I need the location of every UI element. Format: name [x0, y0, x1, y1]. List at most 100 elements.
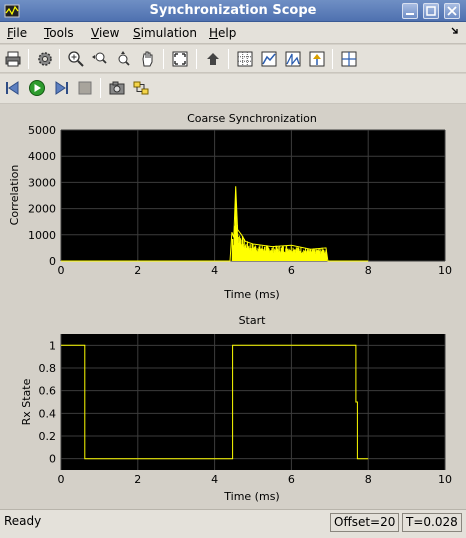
- peak-finder-icon: [285, 51, 301, 67]
- autoscale-button[interactable]: [169, 48, 191, 70]
- menu-tools[interactable]: Tools: [44, 26, 74, 40]
- y-tick-label: 2000: [28, 203, 56, 216]
- start-ylabel: Rx State: [20, 378, 33, 425]
- x-tick-label: 6: [288, 473, 295, 486]
- x-tick-label: 2: [134, 264, 141, 277]
- toolbar-separator: [332, 49, 333, 69]
- snapshot-icon: [109, 81, 125, 95]
- x-tick-label: 4: [211, 473, 218, 486]
- toolbar-separator: [100, 78, 101, 98]
- x-tick-label: 8: [365, 473, 372, 486]
- minimize-button[interactable]: [402, 3, 418, 19]
- grid-button[interactable]: [234, 48, 256, 70]
- window-title: Synchronization Scope: [149, 3, 317, 18]
- x-tick-label: 8: [365, 264, 372, 277]
- start-xlabel: Time (ms): [223, 490, 279, 503]
- start-plot-area[interactable]: [61, 334, 445, 470]
- menu-bar: File Tools View Simulation Help: [0, 22, 466, 44]
- menu-help[interactable]: Help: [209, 26, 236, 40]
- x-tick-label: 10: [438, 264, 452, 277]
- start-plot: Start 0 2 4 6 8 10 0 0.2 0.4 0.6 0.8 1 Time (ms) Rx…: [20, 314, 452, 503]
- step-back-icon: [6, 81, 19, 95]
- correlation-ylabel: Correlation: [8, 165, 21, 226]
- toolbar-separator: [228, 49, 229, 69]
- menu-simulation[interactable]: Simulation: [133, 26, 197, 40]
- close-button[interactable]: [444, 3, 460, 19]
- signal-stats-button[interactable]: [258, 48, 280, 70]
- zoom-y-icon: [118, 51, 130, 66]
- scope-plots: Coarse Synchronization 0 2 4 6 8 100100020003…: [8, 112, 452, 503]
- x-tick-label: 6: [288, 264, 295, 277]
- layout-icon: [341, 51, 357, 67]
- y-tick-label: 4000: [28, 150, 56, 163]
- toolbar-main: [0, 45, 466, 73]
- zoom-in-button[interactable]: [65, 48, 87, 70]
- x-tick-label: 0: [58, 473, 65, 486]
- x-tick-label: 0: [58, 264, 65, 277]
- close-icon: [447, 6, 457, 16]
- arrow-icon[interactable]: [450, 26, 460, 38]
- snapshot-button[interactable]: [106, 77, 128, 99]
- stop-icon: [78, 81, 92, 95]
- triggers-icon: [309, 51, 325, 67]
- status-text: Ready: [4, 514, 42, 528]
- x-tick-label: 2: [134, 473, 141, 486]
- restore-settings-icon: [207, 53, 219, 65]
- toolbar-simulation: [0, 74, 466, 104]
- run-button[interactable]: [26, 77, 48, 99]
- y-tick-label: 1: [49, 339, 56, 352]
- step-forward-button[interactable]: [50, 77, 72, 99]
- parameters-button[interactable]: [34, 48, 56, 70]
- y-tick-label: 0: [49, 255, 56, 268]
- y-tick-label: 0.6: [39, 385, 57, 398]
- toolbar-separator: [163, 49, 164, 69]
- pan-button[interactable]: [137, 48, 159, 70]
- maximize-icon: [426, 6, 436, 16]
- triggers-button[interactable]: [306, 48, 328, 70]
- start-plot-title: Start: [239, 314, 267, 327]
- zoom-y-button[interactable]: [113, 48, 135, 70]
- time-readout: T=0.028: [402, 513, 462, 532]
- step-back-button[interactable]: [2, 77, 24, 99]
- toolbar-separator: [28, 49, 29, 69]
- correlation-xlabel: Time (ms): [223, 288, 279, 301]
- grid-icon: [237, 51, 253, 67]
- y-tick-label: 5000: [28, 124, 56, 137]
- y-tick-label: 0.2: [39, 430, 57, 443]
- y-tick-label: 0.8: [39, 362, 57, 375]
- run-icon: [29, 80, 45, 96]
- offset-readout: Offset=20: [330, 513, 400, 532]
- layout-button[interactable]: [338, 48, 360, 70]
- restore-settings-button[interactable]: [202, 48, 224, 70]
- parameters-icon: [38, 52, 52, 66]
- pan-icon: [142, 51, 153, 67]
- toolbar-separator: [59, 49, 60, 69]
- title-bar: Synchronization Scope: [0, 0, 466, 22]
- y-tick-label: 0.4: [39, 407, 57, 420]
- menu-file[interactable]: File: [7, 26, 27, 40]
- minimize-icon: [406, 13, 414, 15]
- zoom-x-icon: [92, 52, 107, 64]
- zoom-x-button[interactable]: [89, 48, 111, 70]
- autoscale-icon: [172, 51, 188, 67]
- correlation-plot: Coarse Synchronization 0 2 4 6 8 10 0 1000 2000 3…: [8, 112, 452, 301]
- print-icon: [5, 51, 21, 67]
- stop-button[interactable]: [74, 77, 96, 99]
- correlation-plot-area[interactable]: [61, 130, 445, 261]
- menu-view[interactable]: View: [91, 26, 119, 40]
- highlight-block-button[interactable]: [130, 77, 152, 99]
- y-tick-label: 1000: [28, 229, 56, 242]
- y-tick-label: 0: [49, 453, 56, 466]
- peak-finder-button[interactable]: [282, 48, 304, 70]
- step-forward-icon: [55, 81, 68, 95]
- signal-stats-icon: [261, 51, 277, 67]
- x-tick-label: 10: [438, 473, 452, 486]
- print-button[interactable]: [2, 48, 24, 70]
- correlation-plot-title: Coarse Synchronization: [187, 112, 317, 125]
- scope-figure: Coarse Synchronization 0 2 4 6 8 10 0 1000 2000 3…: [0, 105, 466, 509]
- status-bar: Ready Offset=20 T=0.028: [0, 509, 466, 538]
- zoom-in-icon: [68, 51, 84, 67]
- maximize-button[interactable]: [423, 3, 439, 19]
- highlight-block-icon: [133, 81, 149, 95]
- y-tick-label: 3000: [28, 176, 56, 189]
